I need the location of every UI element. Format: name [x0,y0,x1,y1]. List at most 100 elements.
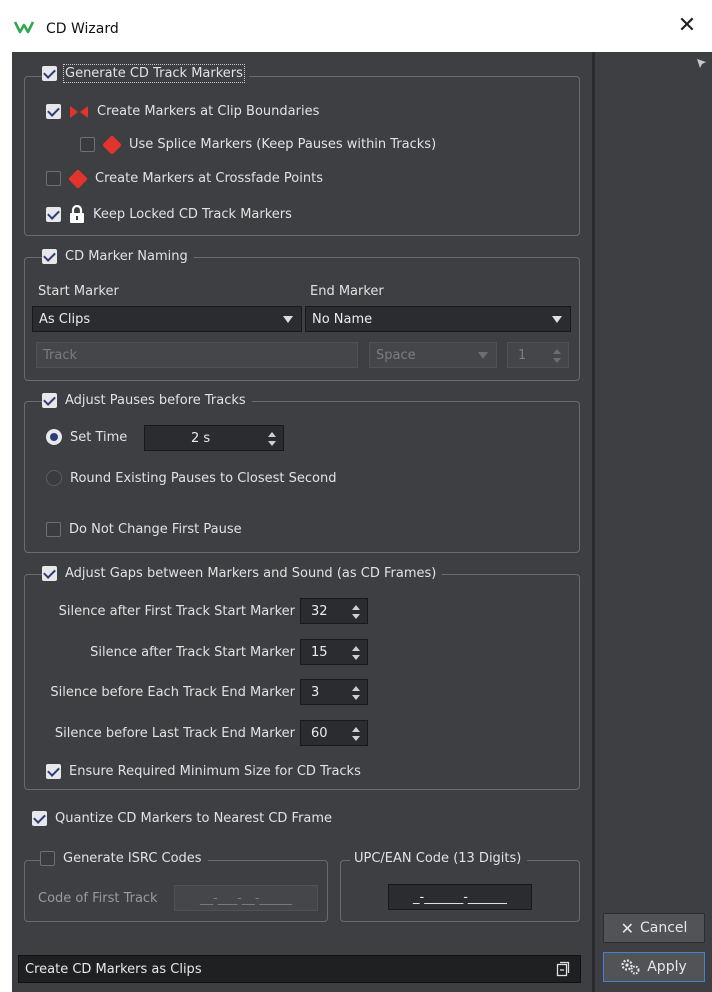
number-stepper[interactable]: 1 [507,342,569,368]
settings-panel: Generate CD Track Markers Create Markers… [12,52,592,992]
end-marker-value: No Name [312,311,373,327]
gaps-label: Adjust Gaps between Markers and Sound (a… [65,566,437,581]
close-icon: ✕ [620,918,634,938]
round-pauses-radio[interactable] [46,470,62,486]
locked-option[interactable]: Keep Locked CD Track Markers [46,205,292,223]
first-pause-checkbox[interactable] [46,522,61,537]
gaps-checkbox[interactable] [42,566,57,581]
isrc-checkbox[interactable] [40,851,55,866]
stepper-arrows-icon [352,646,360,660]
window-title: CD Wizard [46,21,119,37]
separator-value: Space [376,347,416,363]
apply-label: Apply [647,959,687,975]
first-track-code-label: Code of First Track [38,891,158,906]
stepper-arrows-icon [352,686,360,700]
gap-value-stepper[interactable]: 32 [300,598,368,624]
button-panel: ✕ Cancel Apply [595,52,712,992]
gap-value-stepper[interactable]: 15 [300,639,368,665]
generate-markers-checkbox[interactable] [42,66,57,81]
lock-icon [70,205,84,223]
first-track-code-value: __-___-__-_____ [199,890,293,906]
upc-label: UPC/EAN Code (13 Digits) [350,851,528,866]
cancel-button[interactable]: ✕ Cancel [603,913,705,943]
gap-value: 15 [311,644,328,660]
naming-checkbox[interactable] [42,249,57,264]
crossfade-marker-icon [68,168,88,189]
pauses-checkbox[interactable] [42,393,57,408]
apply-button[interactable]: Apply [603,952,705,982]
chevron-down-icon [552,316,562,323]
preset-status-bar[interactable]: Create CD Markers as Clips [18,955,581,983]
gaps-header[interactable]: Adjust Gaps between Markers and Sound (a… [42,566,443,581]
ensure-size-option[interactable]: Ensure Required Minimum Size for CD Trac… [46,764,361,779]
number-value: 1 [518,347,527,363]
close-icon: ✕ [677,13,697,38]
clip-boundaries-option[interactable]: Create Markers at Clip Boundaries [46,104,319,119]
start-marker-value: As Clips [39,311,91,327]
name-text-value: Track [43,347,78,363]
gap-row-label: Silence after First Track Start Marker [58,604,295,619]
locked-checkbox[interactable] [46,206,61,222]
stepper-arrows-icon [352,605,360,619]
set-time-option[interactable]: Set Time [46,429,127,445]
quantize-option[interactable]: Quantize CD Markers to Nearest CD Frame [32,811,332,826]
crossfade-checkbox[interactable] [46,171,61,186]
chevron-down-icon [478,352,488,359]
preset-menu-icon[interactable] [556,961,570,977]
generate-markers-label: Generate CD Track Markers [63,64,245,83]
end-marker-label: End Marker [310,284,384,299]
gap-value: 3 [311,684,320,700]
gap-value-stepper[interactable]: 60 [300,720,368,746]
splice-checkbox[interactable] [80,137,95,152]
title-bar: CD Wizard ✕ [0,0,712,52]
start-marker-select[interactable]: As Clips [32,306,302,332]
preset-status-text: Create CD Markers as Clips [25,961,202,977]
start-marker-label: Start Marker [38,284,119,299]
stepper-arrows-icon [553,349,561,363]
splice-option[interactable]: Use Splice Markers (Keep Pauses within T… [80,134,437,155]
upc-code-field[interactable]: _-______-______ [388,884,532,910]
set-time-label: Set Time [70,429,128,445]
splice-marker-icon [102,134,122,155]
close-button[interactable]: ✕ [674,14,700,40]
locked-label: Keep Locked CD Track Markers [93,206,292,222]
pauses-header[interactable]: Adjust Pauses before Tracks [42,393,252,408]
round-pauses-option[interactable]: Round Existing Pauses to Closest Second [46,470,336,486]
gap-value: 60 [311,725,328,741]
ensure-size-label: Ensure Required Minimum Size for CD Trac… [69,764,361,779]
set-time-radio[interactable] [46,429,62,445]
quantize-checkbox[interactable] [32,811,47,826]
isrc-header[interactable]: Generate ISRC Codes [40,851,208,866]
track-markers-header[interactable]: Generate CD Track Markers [42,64,249,83]
crossfade-option[interactable]: Create Markers at Crossfade Points [46,168,323,189]
gap-row-label: Silence before Last Track End Marker [54,726,295,741]
stepper-arrows-icon [352,727,360,741]
wavelab-logo-icon [14,21,34,34]
corner-arrow-icon [697,59,706,68]
quantize-label: Quantize CD Markers to Nearest CD Frame [55,811,333,826]
pauses-label: Adjust Pauses before Tracks [65,393,246,408]
upc-code-value: _-______-______ [413,889,507,905]
naming-label: CD Marker Naming [65,249,188,264]
isrc-label: Generate ISRC Codes [63,851,202,866]
splice-label: Use Splice Markers (Keep Pauses within T… [129,137,437,152]
first-track-code-field[interactable]: __-___-__-_____ [174,885,318,911]
gap-row-label: Silence before Each Track End Marker [50,685,295,700]
name-text-field[interactable]: Track [36,342,358,368]
set-time-stepper[interactable]: 2 s [144,425,284,451]
clip-boundaries-checkbox[interactable] [46,104,61,119]
ensure-size-checkbox[interactable] [46,764,61,779]
gap-value-stepper[interactable]: 3 [300,679,368,705]
first-pause-option[interactable]: Do Not Change First Pause [46,522,242,537]
first-pause-label: Do Not Change First Pause [69,522,242,537]
crossfade-label: Create Markers at Crossfade Points [95,171,323,186]
clip-marker-icon [70,105,88,118]
gears-icon [621,959,640,975]
clip-boundaries-label: Create Markers at Clip Boundaries [97,104,320,119]
naming-header[interactable]: CD Marker Naming [42,249,194,264]
round-pauses-label: Round Existing Pauses to Closest Second [70,470,337,486]
separator-select[interactable]: Space [369,342,497,368]
end-marker-select[interactable]: No Name [305,306,571,332]
set-time-value: 2 s [191,430,211,446]
gap-value: 32 [311,603,328,619]
